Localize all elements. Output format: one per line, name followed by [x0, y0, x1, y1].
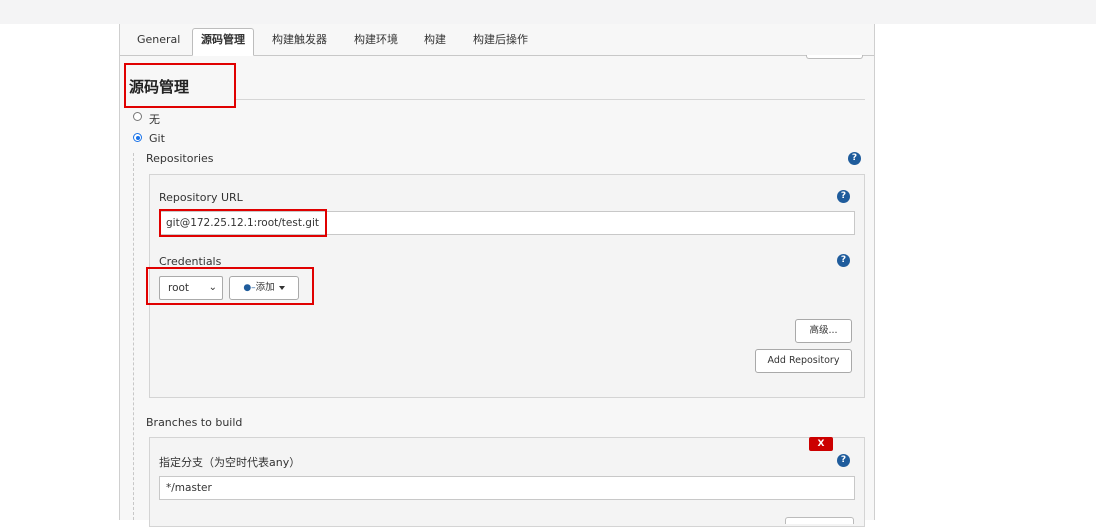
repository-url-input[interactable]: git@172.25.12.1:root/test.git	[159, 211, 855, 235]
help-icon-repositories[interactable]: ?	[848, 152, 861, 165]
caret-down-icon	[278, 285, 285, 290]
credentials-label: Credentials	[159, 255, 222, 268]
section-divider	[236, 99, 865, 100]
help-icon-credentials[interactable]: ?	[837, 254, 850, 267]
tab-general[interactable]: General	[129, 30, 188, 55]
branches-to-build-label: Branches to build	[146, 416, 243, 429]
tab-bar: General 源码管理 构建触发器 构建环境 构建 构建后操作	[120, 24, 874, 56]
git-options-indent-line	[133, 153, 134, 520]
tab-post-build-actions[interactable]: 构建后操作	[465, 30, 536, 55]
advanced-button[interactable]: 高级...	[795, 319, 852, 343]
tab-build-environment[interactable]: 构建环境	[346, 30, 406, 55]
section-title: 源码管理	[129, 78, 190, 96]
top-band	[0, 0, 1096, 24]
chevron-down-icon: ⌄	[208, 282, 217, 293]
radio-git[interactable]	[133, 133, 142, 142]
branch-specifier-label: 指定分支（为空时代表any）	[159, 456, 301, 469]
tab-source-code-management[interactable]: 源码管理	[192, 28, 254, 56]
repositories-label: Repositories	[146, 152, 214, 165]
add-credentials-button[interactable]: ●–添加	[229, 276, 299, 300]
offscreen-button-stub-bottom[interactable]	[785, 517, 854, 524]
branch-specifier-box: 指定分支（为空时代表any） ? */master	[149, 437, 865, 527]
help-icon-repository-url[interactable]: ?	[837, 190, 850, 203]
branch-specifier-input[interactable]: */master	[159, 476, 855, 500]
credentials-select-value: root	[168, 282, 190, 294]
radio-none[interactable]	[133, 112, 142, 121]
radio-none-label: 无	[149, 113, 160, 126]
tab-build-triggers[interactable]: 构建触发器	[264, 30, 335, 55]
offscreen-button-stub[interactable]	[806, 55, 863, 59]
delete-branch-button[interactable]: X	[809, 437, 833, 451]
repository-url-label: Repository URL	[159, 191, 243, 204]
tab-build[interactable]: 构建	[416, 30, 454, 55]
help-icon-branch-specifier[interactable]: ?	[837, 454, 850, 467]
repository-box: Repository URL ? git@172.25.12.1:root/te…	[149, 174, 865, 398]
add-repository-button[interactable]: Add Repository	[755, 349, 852, 373]
config-panel: General 源码管理 构建触发器 构建环境 构建 构建后操作 源码管理 无 …	[119, 24, 875, 527]
radio-git-label: Git	[149, 132, 165, 145]
credentials-select[interactable]: root ⌄	[159, 276, 223, 300]
add-credentials-label: 添加	[255, 282, 275, 293]
key-icon: ●–	[243, 283, 256, 293]
